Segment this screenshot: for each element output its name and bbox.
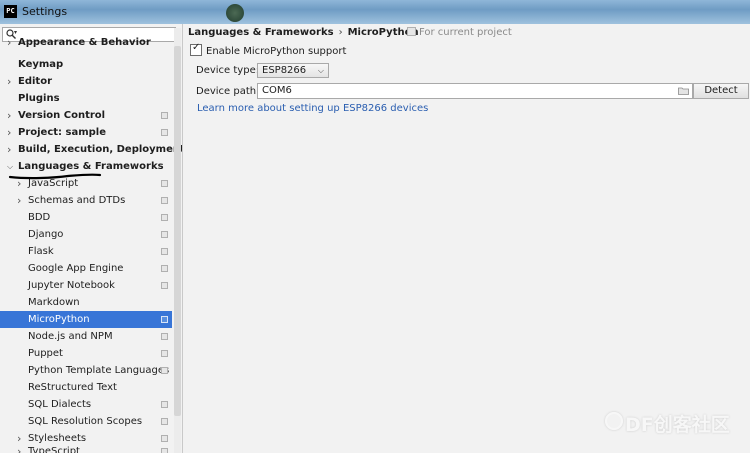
sidebar-item[interactable]: › Version Control — [0, 107, 172, 124]
sidebar-item-label: Version Control — [18, 110, 106, 121]
device-path-label: Device path: — [196, 86, 260, 97]
project-scope-icon — [161, 316, 168, 323]
enable-micropython-label: Enable MicroPython support — [206, 46, 347, 57]
sidebar-item[interactable]: Puppet — [0, 345, 172, 362]
chevron-right-icon[interactable]: › — [7, 73, 11, 90]
device-path-value: COM6 — [262, 85, 292, 96]
device-type-value: ESP8266 — [262, 65, 307, 76]
sidebar-item[interactable]: Google App Engine — [0, 260, 172, 277]
sidebar-item-label: SQL Dialects — [28, 399, 92, 410]
detect-button[interactable]: Detect — [693, 83, 749, 99]
sidebar-item[interactable]: › Schemas and DTDs — [0, 192, 172, 209]
sidebar-item-label: Keymap — [18, 59, 64, 70]
sidebar-item[interactable]: ReStructured Text — [0, 379, 172, 396]
sidebar-item-label: MicroPython — [28, 314, 90, 325]
settings-main-panel: Languages & Frameworks › MicroPython For c… — [183, 24, 750, 453]
sidebar-item-label: Flask — [28, 246, 54, 257]
watermark-text: DF创客社区 — [625, 414, 730, 436]
window-title: Settings — [22, 5, 68, 18]
chevron-right-icon[interactable]: › — [17, 192, 21, 209]
sidebar-item-label: Jupyter Notebook — [28, 280, 115, 291]
sidebar-item-label: Python Template Languages — [28, 365, 170, 376]
chevron-right-icon[interactable]: › — [7, 107, 11, 124]
underline-annotation — [8, 173, 102, 180]
sidebar-item-label: Google App Engine — [28, 263, 124, 274]
project-scope-icon — [161, 129, 168, 136]
project-scope-icon — [161, 418, 168, 425]
sidebar-item[interactable]: SQL Resolution Scopes — [0, 413, 172, 430]
sidebar-item[interactable]: Python Template Languages — [0, 362, 172, 379]
breadcrumb-parent: Languages & Frameworks — [188, 27, 334, 38]
project-scope-icon — [407, 27, 416, 36]
sidebar-item[interactable]: › Build, Execution, Deployment — [0, 141, 182, 158]
device-type-label: Device type: — [196, 65, 260, 76]
sidebar-item-label: Editor — [18, 76, 52, 87]
chevron-right-icon[interactable]: › — [7, 141, 11, 158]
project-scope-icon — [161, 180, 168, 187]
device-path-input[interactable]: COM6 — [257, 83, 693, 99]
sidebar-item-label: Puppet — [28, 348, 63, 359]
folder-icon[interactable] — [678, 87, 689, 95]
project-scope-icon — [161, 333, 168, 340]
chevron-right-icon[interactable]: › — [7, 124, 11, 141]
sidebar-item-label: Plugins — [18, 93, 60, 104]
sidebar-item-label: Appearance & Behavior — [18, 37, 151, 48]
sidebar-item-label: Project: sample — [18, 127, 107, 138]
breadcrumb-separator: › — [338, 27, 343, 38]
project-scope-icon — [161, 197, 168, 204]
sidebar-item[interactable]: › Project: sample — [0, 124, 172, 141]
sidebar-item-label: ReStructured Text — [28, 382, 117, 393]
sidebar-item-label: Schemas and DTDs — [28, 195, 126, 206]
sidebar-item-label: Markdown — [28, 297, 80, 308]
project-scope-icon — [161, 350, 168, 357]
device-type-select[interactable]: ESP8266 ⌵ — [257, 63, 329, 78]
taskbar-avatar-icon — [226, 4, 244, 22]
sidebar-item-label: Django — [28, 229, 64, 240]
sidebar-item[interactable]: Jupyter Notebook — [0, 277, 172, 294]
project-scope-icon — [161, 367, 168, 374]
scope-note: For current project — [407, 27, 512, 38]
sidebar-item[interactable]: › Appearance & Behavior — [0, 34, 172, 51]
breadcrumb: Languages & Frameworks › MicroPython — [188, 27, 419, 38]
sidebar-item-label: Node.js and NPM — [28, 331, 113, 342]
chevron-right-icon[interactable]: › — [7, 34, 11, 51]
sidebar-item[interactable]: Markdown — [0, 294, 172, 311]
chevron-right-icon[interactable]: › — [17, 443, 21, 453]
project-scope-icon — [161, 231, 168, 238]
scope-note-text: For current project — [419, 27, 512, 38]
settings-sidebar: ▾ › Appearance & Behavior Keymap › Editor Plu… — [0, 24, 183, 453]
project-scope-icon — [161, 112, 168, 119]
sidebar-item[interactable]: Node.js and NPM — [0, 328, 172, 345]
sidebar-item[interactable]: Keymap — [0, 56, 172, 73]
sidebar-item[interactable]: Django — [0, 226, 172, 243]
project-scope-icon — [161, 248, 168, 255]
sidebar-item[interactable]: Plugins — [0, 90, 172, 107]
sidebar-item[interactable]: MicroPython — [0, 311, 172, 328]
project-scope-icon — [161, 265, 168, 272]
checkmark-icon: ✓ — [192, 42, 201, 53]
project-scope-icon — [161, 401, 168, 408]
sidebar-item[interactable]: › Editor — [0, 73, 172, 90]
project-scope-icon — [161, 214, 168, 221]
project-scope-icon — [161, 435, 168, 442]
project-scope-icon — [161, 282, 168, 289]
enable-micropython-checkbox[interactable]: ✓ — [190, 42, 202, 56]
app-icon: PC — [4, 5, 17, 18]
sidebar-item[interactable]: Flask — [0, 243, 172, 260]
project-scope-icon — [161, 448, 168, 453]
sidebar-item-label: SQL Resolution Scopes — [28, 416, 143, 427]
watermark-logo-icon — [605, 412, 623, 430]
sidebar-scrollbar-thumb[interactable] — [174, 46, 181, 416]
chevron-down-icon: ⌵ — [317, 66, 324, 75]
title-bar: PC Settings — [0, 0, 750, 24]
sidebar-item-label: TypeScript — [28, 446, 80, 453]
sidebar-item-label: Build, Execution, Deployment — [18, 144, 183, 155]
learn-more-link[interactable]: Learn more about setting up ESP8266 devi… — [197, 103, 428, 114]
enable-micropython-row[interactable]: ✓ Enable MicroPython support — [190, 42, 347, 57]
sidebar-item[interactable]: BDD — [0, 209, 172, 226]
sidebar-item-label: BDD — [28, 212, 51, 223]
sidebar-item[interactable]: › TypeScript — [0, 443, 172, 453]
sidebar-item[interactable]: SQL Dialects — [0, 396, 172, 413]
